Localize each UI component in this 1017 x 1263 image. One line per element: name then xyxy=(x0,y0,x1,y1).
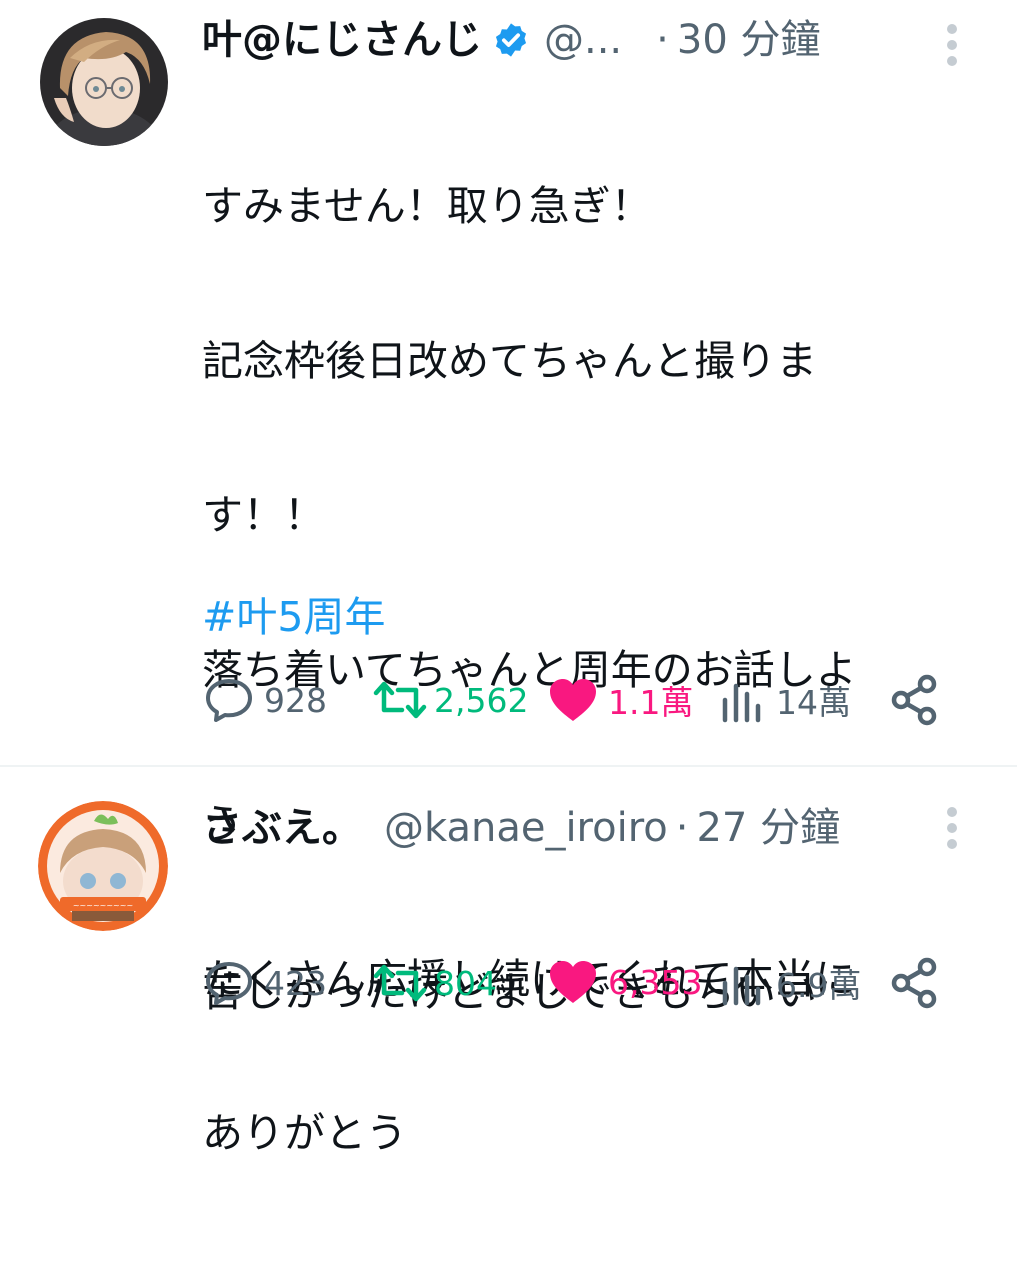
tweet[interactable]: 叶@にじさんじ @... · 30 分鐘 すみません！取り急ぎ！ 記念枠後日改め… xyxy=(0,0,1017,1157)
reply-button[interactable]: 928 xyxy=(204,676,327,724)
text-line: すみません！取り急ぎ！ xyxy=(202,182,652,230)
more-vertical-icon[interactable] xyxy=(947,24,959,66)
like-count: 1.1萬 xyxy=(608,683,694,722)
timestamp[interactable]: 30 分鐘 xyxy=(677,16,821,64)
share-icon xyxy=(890,674,940,726)
bar-chart-icon xyxy=(720,959,766,1007)
display-name[interactable]: さぶえ。 xyxy=(202,804,362,852)
text-line: 記念枠後日改めてちゃんと撮りま xyxy=(202,336,817,385)
avatar[interactable] xyxy=(40,18,168,146)
retweet-button[interactable]: 804 xyxy=(372,959,497,1007)
retweet-button[interactable]: 2,562 xyxy=(372,676,528,724)
views-button[interactable]: 14萬 xyxy=(720,676,851,724)
svg-text:~~~~~~~~~: ~~~~~~~~~ xyxy=(73,901,133,910)
handle[interactable]: @... xyxy=(544,16,622,64)
verified-badge-icon xyxy=(492,21,530,59)
bar-chart-icon xyxy=(720,676,766,724)
tweet-actions: 423 804 6,353 6.9萬 xyxy=(0,955,1017,1015)
retweet-count: 2,562 xyxy=(434,680,529,720)
separator-dot: · xyxy=(656,17,669,63)
views-button[interactable]: 6.9萬 xyxy=(720,959,861,1007)
views-count: 6.9萬 xyxy=(776,966,862,1005)
like-count: 6,353 xyxy=(608,962,703,1002)
tweet-actions: 928 2,562 1.1萬 14萬 xyxy=(0,672,1017,732)
text-line: す！！ xyxy=(202,491,325,539)
reply-button[interactable]: 423 xyxy=(204,959,327,1007)
retweet-arrows-icon xyxy=(372,959,428,1007)
separator-dot: · xyxy=(675,805,689,851)
heart-icon xyxy=(548,677,598,723)
share-icon xyxy=(890,957,940,1009)
hashtag-link[interactable]: #叶5周年 xyxy=(202,583,385,643)
tweet[interactable]: ~~~~~~~~~ さぶえ。 @kanae_iroiro · 27 分鐘 苦しか… xyxy=(0,767,1017,1024)
views-count: 14萬 xyxy=(776,683,851,722)
speech-bubble-icon xyxy=(204,676,254,724)
timestamp[interactable]: 27 分鐘 xyxy=(696,804,840,852)
share-button[interactable] xyxy=(890,674,940,726)
speech-bubble-icon xyxy=(204,959,254,1007)
share-button[interactable] xyxy=(890,957,940,1009)
tweet-header: さぶえ。 @kanae_iroiro · 27 分鐘 xyxy=(202,804,840,852)
heart-icon xyxy=(548,959,598,1005)
avatar[interactable]: ~~~~~~~~~ xyxy=(38,801,168,931)
retweet-arrows-icon xyxy=(372,676,428,724)
reply-count: 928 xyxy=(264,680,327,720)
more-vertical-icon[interactable] xyxy=(947,807,959,849)
display-name[interactable]: 叶@にじさんじ xyxy=(202,16,482,64)
retweet-count: 804 xyxy=(434,963,497,1003)
reply-count: 423 xyxy=(264,963,327,1003)
handle[interactable]: @kanae_iroiro xyxy=(384,804,668,852)
like-button[interactable]: 6,353 xyxy=(548,959,702,1005)
tweet-header: 叶@にじさんじ @... · 30 分鐘 xyxy=(202,16,821,64)
like-button[interactable]: 1.1萬 xyxy=(548,676,693,724)
